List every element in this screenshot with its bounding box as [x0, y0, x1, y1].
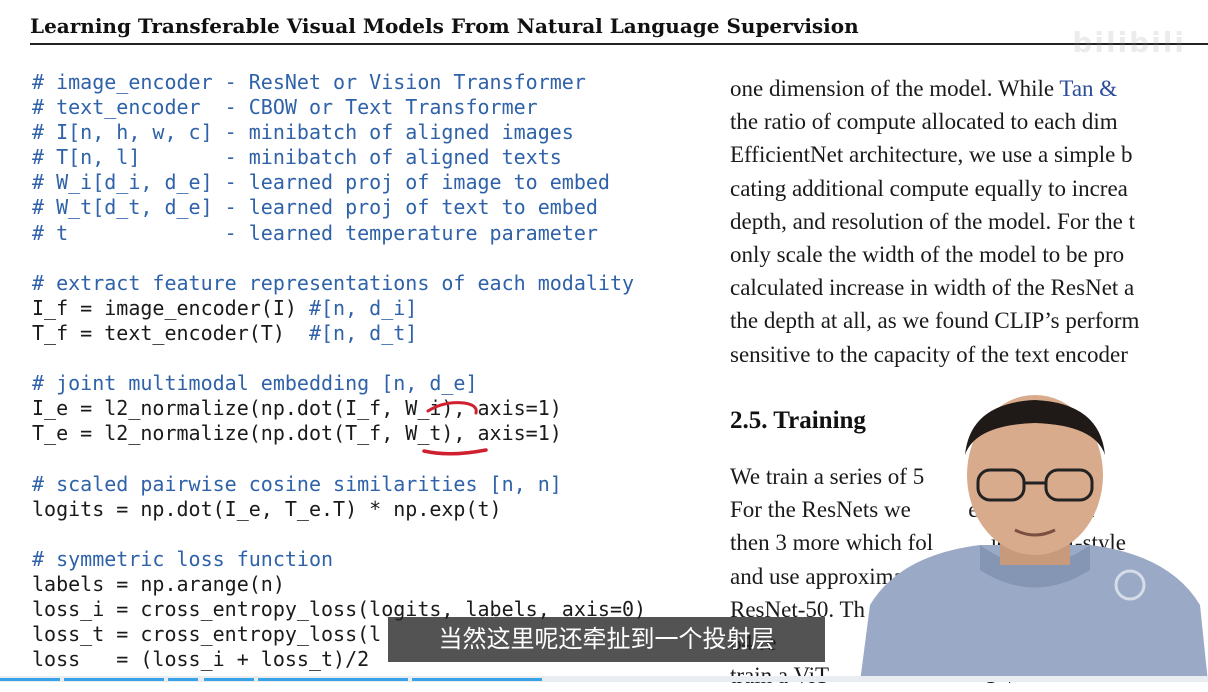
paper-text-line: EfficientNet architecture, we use a simp… — [730, 142, 1133, 168]
paper-text-line: the depth at all, as we found CLIP’s per… — [730, 308, 1140, 334]
progress-segment — [412, 678, 542, 681]
paper-text-line: sensitive to the capacity of the text en… — [730, 341, 1128, 367]
red-ink-annotation — [422, 401, 488, 456]
progress-segment — [0, 678, 60, 681]
code-line: I_f = image_encoder(I) #[n, d_i] — [32, 295, 418, 320]
code-comment-line: # extract feature representations of eac… — [32, 270, 635, 295]
paper-text-line: depth, and resolution of the model. For … — [730, 208, 1135, 234]
progress-segment — [204, 678, 254, 681]
paper-text-line: the ratio of compute allocated to each d… — [730, 109, 1118, 135]
video-subtitle: 当然这里呢还牵扯到一个投射层 — [388, 617, 825, 662]
code-comment-line: # W_i[d_i, d_e] - learned proj of image … — [32, 170, 610, 195]
code-line: labels = np.arange(n) — [32, 571, 285, 596]
progress-segment — [64, 678, 164, 681]
page-title: Learning Transferable Visual Models From… — [30, 14, 859, 38]
progress-segment — [258, 678, 408, 681]
code-comment-line: # symmetric loss function — [32, 546, 334, 571]
code-line: logits = np.dot(I_e, T_e.T) * np.exp(t) — [32, 496, 502, 521]
code-comment-line: # joint multimodal embedding [n, d_e] — [32, 371, 478, 396]
code-line: I_e = l2_normalize(np.dot(I_f, W_i), axi… — [32, 396, 562, 421]
code-block: # image_encoder - ResNet or Vision Trans… — [32, 70, 646, 672]
video-progress-bar[interactable] — [0, 676, 1208, 682]
code-comment-line: # I[n, h, w, c] - minibatch of aligned i… — [32, 120, 574, 145]
bilibili-watermark: bilibili — [1072, 26, 1186, 59]
section-heading: 2.5. Training — [730, 407, 866, 434]
code-comment-line: # W_t[d_t, d_e] - learned proj of text t… — [32, 195, 598, 220]
presenter-video-overlay — [860, 395, 1208, 682]
paper-text-line: one dimension of the model. While Tan & — [730, 76, 1118, 101]
code-line: T_e = l2_normalize(np.dot(T_f, W_t), axi… — [32, 421, 562, 446]
code-line: T_f = text_encoder(T) #[n, d_t] — [32, 320, 418, 345]
paper-body-text: one dimension of the model. While Tan & t… — [730, 72, 1208, 371]
title-divider — [30, 43, 1208, 45]
paper-text-line: calculated increase in width of the ResN… — [730, 275, 1135, 301]
code-comment-line: # text_encoder - CBOW or Text Transforme… — [32, 95, 538, 120]
code-comment-line: # T[n, l] - minibatch of aligned texts — [32, 145, 562, 170]
code-comment-line: # image_encoder - ResNet or Vision Trans… — [32, 70, 586, 94]
progress-segment — [168, 678, 198, 681]
paper-text-line: cating additional compute equally to inc… — [730, 175, 1128, 201]
code-comment-line: # t - learned temperature parameter — [32, 220, 598, 245]
citation-link[interactable]: Tan & — [1059, 76, 1117, 101]
paper-text-line: only scale the width of the model to be … — [730, 241, 1125, 267]
code-comment-line: # scaled pairwise cosine similarities [n… — [32, 471, 562, 496]
